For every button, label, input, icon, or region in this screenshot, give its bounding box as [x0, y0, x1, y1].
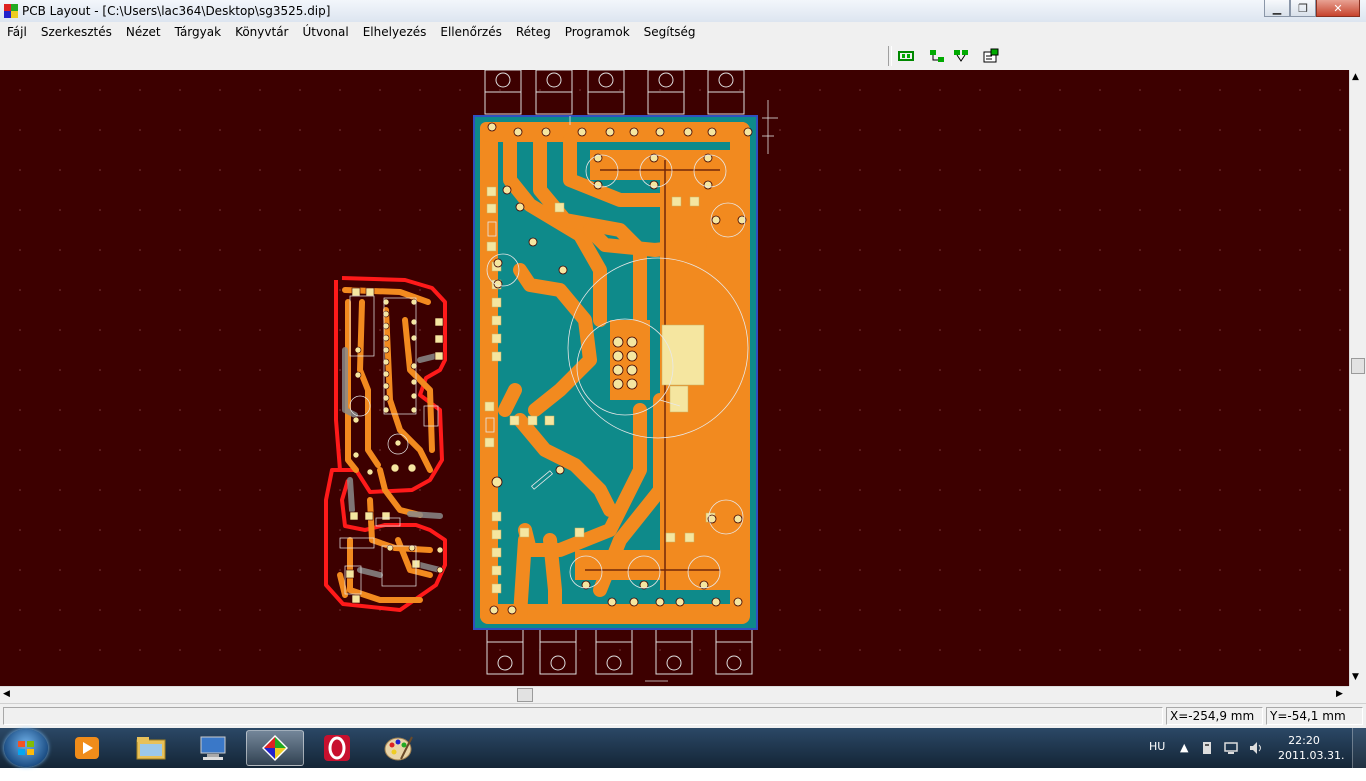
route-icon: [930, 50, 944, 62]
taskbar-media-player[interactable]: [58, 730, 116, 766]
clock-time: 22:20: [1288, 734, 1320, 747]
clock-date: 2011.03.31.: [1278, 749, 1345, 762]
component-button[interactable]: [895, 46, 917, 66]
scroll-down-icon[interactable]: ▼: [1352, 672, 1359, 682]
explorer-icon: [136, 737, 166, 760]
horizontal-scrollbar[interactable]: ◀ ▶: [0, 686, 1349, 703]
pcb-layout-icon: [262, 735, 288, 761]
menu-view[interactable]: Nézet: [119, 22, 168, 42]
route-button[interactable]: [926, 46, 948, 66]
tray-expand-icon[interactable]: ▲: [1180, 741, 1188, 781]
taskbar-paint[interactable]: [370, 730, 428, 766]
start-button[interactable]: [4, 729, 48, 767]
minimize-icon: ▁: [1272, 1, 1282, 15]
vertical-scrollbar[interactable]: ▲ ▼: [1349, 70, 1366, 686]
volume-icon[interactable]: [1248, 740, 1264, 756]
properties-button[interactable]: [980, 46, 1002, 66]
menu-placement[interactable]: Elhelyezés: [356, 22, 434, 42]
windows-logo-icon: [18, 741, 34, 755]
pcb-canvas[interactable]: [0, 70, 1349, 686]
opera-icon: [324, 735, 350, 761]
taskbar-opera[interactable]: [308, 730, 366, 766]
autoroute-button[interactable]: [950, 46, 972, 66]
horizontal-scroll-thumb[interactable]: [517, 688, 533, 702]
network-icon[interactable]: [1224, 741, 1240, 755]
toolbar-separator: [888, 46, 892, 66]
menu-bar: Fájl Szerkesztés Nézet Tárgyak Könyvtár …: [0, 22, 1366, 42]
window-title: PCB Layout - [C:\Users\lac364\Desktop\sg…: [22, 4, 331, 18]
taskbar-pcb-layout[interactable]: [246, 730, 304, 766]
scroll-up-icon[interactable]: ▲: [1352, 72, 1359, 82]
menu-file[interactable]: Fájl: [0, 22, 34, 42]
taskbar: HU ▲ 22:20 2011.03.31.: [0, 728, 1366, 768]
menu-help[interactable]: Segítség: [637, 22, 703, 42]
toolbar: [0, 42, 1366, 71]
remote-desktop-icon: [200, 736, 226, 760]
media-player-icon: [75, 737, 99, 759]
y-coordinate: Y=-54,1 mm: [1266, 707, 1363, 725]
menu-check[interactable]: Ellenőrzés: [433, 22, 508, 42]
status-message: [3, 707, 1163, 725]
menu-programs[interactable]: Programok: [558, 22, 637, 42]
close-icon: ✕: [1333, 1, 1343, 15]
show-desktop-button[interactable]: [1352, 728, 1366, 768]
autoroute-icon: [954, 50, 968, 62]
properties-icon: [983, 48, 999, 63]
title-bar: PCB Layout - [C:\Users\lac364\Desktop\sg…: [0, 0, 1366, 23]
action-center-icon[interactable]: [1200, 741, 1214, 755]
language-indicator[interactable]: HU: [1149, 740, 1165, 780]
restore-button[interactable]: ❐: [1290, 0, 1316, 17]
scroll-corner: [1349, 686, 1366, 703]
status-bar: X=-254,9 mm Y=-54,1 mm: [0, 703, 1366, 728]
component-icon: [898, 51, 914, 61]
menu-route[interactable]: Útvonal: [295, 22, 355, 42]
vertical-scroll-thumb[interactable]: [1351, 358, 1365, 374]
taskbar-explorer[interactable]: [122, 730, 180, 766]
clock[interactable]: 22:20 2011.03.31.: [1278, 733, 1345, 763]
menu-edit[interactable]: Szerkesztés: [34, 22, 119, 42]
x-coordinate: X=-254,9 mm: [1166, 707, 1263, 725]
menu-layer[interactable]: Réteg: [509, 22, 558, 42]
app-icon: [4, 4, 18, 18]
minimize-button[interactable]: ▁: [1264, 0, 1290, 17]
restore-icon: ❐: [1298, 1, 1308, 15]
scroll-left-icon[interactable]: ◀: [3, 689, 10, 699]
main-board: [473, 70, 778, 682]
taskbar-remote-desktop[interactable]: [184, 730, 242, 766]
menu-objects[interactable]: Tárgyak: [168, 22, 228, 42]
menu-library[interactable]: Könyvtár: [228, 22, 295, 42]
close-button[interactable]: ✕: [1316, 0, 1360, 17]
pcb-drawing: [0, 70, 1349, 686]
paint-icon: [384, 736, 413, 761]
scroll-right-icon[interactable]: ▶: [1336, 689, 1343, 699]
